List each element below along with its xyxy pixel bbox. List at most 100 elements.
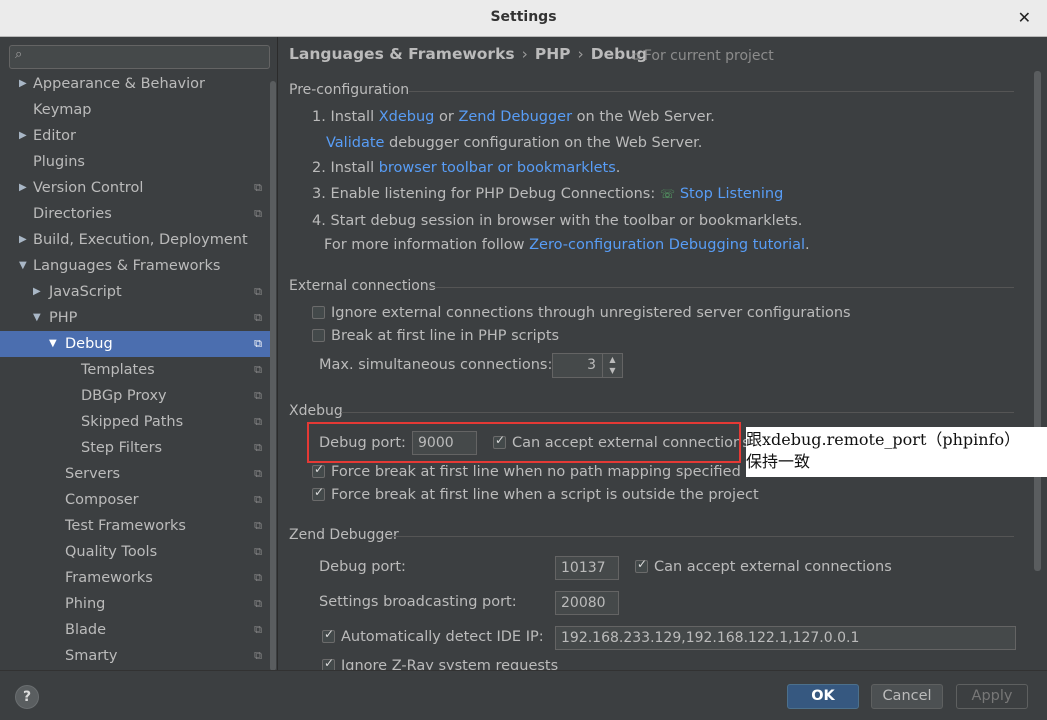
sidebar-item-build-execution-deployment[interactable]: ▶ Build, Execution, Deployment	[0, 227, 270, 253]
sidebar-item-label: Phing	[65, 596, 106, 612]
validate-link[interactable]: Validate	[326, 135, 384, 151]
expanded-arrow-icon[interactable]: ▼	[49, 331, 57, 357]
sidebar-item-dbgp-proxy[interactable]: DBGp Proxy ⧉	[0, 383, 270, 409]
project-level-icon: ⧉	[254, 597, 262, 610]
detect-ide-ip-option[interactable]: Automatically detect IDE IP:	[322, 627, 544, 645]
project-level-icon: ⧉	[254, 389, 262, 402]
validate-suffix: debugger configuration on the Web Server…	[384, 135, 703, 151]
break-first-line-option[interactable]: Break at first line in PHP scripts	[312, 328, 559, 344]
project-level-icon: ⧉	[254, 571, 262, 584]
search-input[interactable]: ⌕	[9, 45, 270, 69]
search-icon: ⌕	[15, 47, 23, 62]
ignore-zray-option[interactable]: Ignore Z-Ray system requests	[322, 656, 559, 670]
sidebar-item-blade[interactable]: Blade ⧉	[0, 617, 270, 643]
sidebar-item-label: Test Frameworks	[65, 518, 186, 534]
xdebug-link[interactable]: Xdebug	[379, 109, 435, 125]
sidebar-item-servers[interactable]: Servers ⧉	[0, 461, 270, 487]
sidebar-item-templates[interactable]: Templates ⧉	[0, 357, 270, 383]
sidebar-item-label: Step Filters	[81, 440, 163, 456]
step1-or: or	[434, 109, 459, 125]
zend-accept-option[interactable]: Can accept external connections	[635, 557, 892, 575]
sidebar-item-label: Templates	[81, 362, 155, 378]
sidebar-item-quality-tools[interactable]: Quality Tools ⧉	[0, 539, 270, 565]
broadcast-port-input[interactable]: 20080	[555, 591, 619, 615]
ignore-external-checkbox[interactable]	[312, 306, 325, 319]
sidebar-item-label: JavaScript	[49, 284, 122, 300]
expanded-arrow-icon[interactable]: ▼	[33, 305, 41, 331]
apply-button[interactable]: Apply	[956, 684, 1028, 709]
force-break-no-mapping-option[interactable]: Force break at first line when no path m…	[312, 462, 741, 480]
force-break-no-mapping-checkbox[interactable]	[312, 462, 325, 478]
sidebar-item-editor[interactable]: ▶ Editor	[0, 123, 270, 149]
sidebar-item-keymap[interactable]: Keymap	[0, 97, 270, 123]
more-info-prefix: For more information follow	[324, 237, 530, 253]
highlight-box	[307, 422, 741, 463]
project-level-icon: ⧉	[254, 415, 262, 428]
ok-button[interactable]: OK	[787, 684, 859, 709]
for-project-label: For current project	[643, 48, 774, 64]
step1-suffix: on the Web Server.	[572, 109, 715, 125]
close-icon[interactable]: ✕	[1018, 8, 1031, 27]
collapsed-arrow-icon[interactable]: ▶	[19, 71, 27, 97]
expanded-arrow-icon[interactable]: ▼	[19, 253, 27, 279]
ide-ip-input[interactable]: 192.168.233.129,192.168.122.1,127.0.0.1	[555, 626, 1016, 650]
sidebar-item-directories[interactable]: Directories ⧉	[0, 201, 270, 227]
sidebar-item-phing[interactable]: Phing ⧉	[0, 591, 270, 617]
sidebar-item-debug[interactable]: ▼ Debug ⧉	[0, 331, 270, 357]
ignore-zray-checkbox[interactable]	[322, 656, 335, 670]
sidebar-item-languages-frameworks[interactable]: ▼ Languages & Frameworks	[0, 253, 270, 279]
collapsed-arrow-icon[interactable]: ▶	[19, 175, 27, 201]
sidebar-item-smarty[interactable]: Smarty ⧉	[0, 643, 270, 669]
sidebar-item-php[interactable]: ▼ PHP ⧉	[0, 305, 270, 331]
project-level-icon: ⧉	[254, 441, 262, 454]
preconfig-step3: 3. Enable listening for PHP Debug Connec…	[312, 186, 783, 202]
zero-config-tutorial-link[interactable]: Zero-configuration Debugging tutorial	[529, 237, 805, 253]
project-level-icon: ⧉	[254, 519, 262, 532]
window-title: Settings	[490, 9, 557, 25]
ignore-zray-label: Ignore Z-Ray system requests	[341, 658, 559, 670]
force-break-outside-option[interactable]: Force break at first line when a script …	[312, 485, 759, 503]
preconfig-title: Pre-configuration	[289, 82, 410, 98]
sidebar-item-test-frameworks[interactable]: Test Frameworks ⧉	[0, 513, 270, 539]
sidebar-scrollbar[interactable]	[270, 81, 276, 670]
sidebar-item-composer[interactable]: Composer ⧉	[0, 487, 270, 513]
section-divider	[391, 536, 1014, 537]
max-connections-spinner[interactable]: 3 ▲ ▼	[552, 353, 623, 378]
title-bar: Settings ✕	[0, 0, 1047, 37]
collapsed-arrow-icon[interactable]: ▶	[33, 279, 41, 305]
step3-prefix: 3. Enable listening for PHP Debug Connec…	[312, 186, 656, 202]
sidebar-item-skipped-paths[interactable]: Skipped Paths ⧉	[0, 409, 270, 435]
stop-listening-link[interactable]: Stop Listening	[680, 186, 783, 202]
settings-tree: ▶ Appearance & Behavior Keymap ▶ Editor Plugi…	[0, 71, 270, 669]
break-first-line-checkbox[interactable]	[312, 329, 325, 342]
cancel-button[interactable]: Cancel	[871, 684, 943, 709]
project-icon: ⧉	[632, 50, 640, 63]
zend-accept-checkbox[interactable]	[635, 557, 648, 573]
browser-toolbar-link[interactable]: browser toolbar or bookmarklets	[379, 160, 616, 176]
help-button[interactable]: ?	[15, 685, 39, 709]
section-divider	[428, 287, 1014, 288]
sidebar-item-label: PHP	[49, 310, 78, 326]
zend-port-input[interactable]: 10137	[555, 556, 619, 580]
preconfig-step4: 4. Start debug session in browser with t…	[312, 213, 803, 229]
ignore-external-option[interactable]: Ignore external connections through unre…	[312, 305, 851, 321]
sidebar-item-frameworks[interactable]: Frameworks ⧉	[0, 565, 270, 591]
sidebar-item-javascript[interactable]: ▶ JavaScript ⧉	[0, 279, 270, 305]
sidebar-item-label: DBGp Proxy	[81, 388, 167, 404]
sidebar-item-plugins[interactable]: Plugins	[0, 149, 270, 175]
sidebar-item-version-control[interactable]: ▶ Version Control ⧉	[0, 175, 270, 201]
spinner-arrows-icon[interactable]: ▲ ▼	[602, 354, 622, 377]
detect-ide-ip-checkbox[interactable]	[322, 627, 335, 643]
collapsed-arrow-icon[interactable]: ▶	[19, 227, 27, 253]
max-connections-label: Max. simultaneous connections:	[319, 357, 553, 373]
zend-debugger-link[interactable]: Zend Debugger	[458, 109, 572, 125]
sidebar-item-label: Directories	[33, 206, 112, 222]
sidebar-item-step-filters[interactable]: Step Filters ⧉	[0, 435, 270, 461]
preconfig-more-info: For more information follow Zero-configu…	[324, 237, 810, 253]
project-level-icon: ⧉	[254, 493, 262, 506]
force-break-outside-checkbox[interactable]	[312, 485, 325, 501]
sidebar-item-appearance-behavior[interactable]: ▶ Appearance & Behavior	[0, 71, 270, 97]
collapsed-arrow-icon[interactable]: ▶	[19, 123, 27, 149]
sidebar-item-label: Servers	[65, 466, 121, 482]
content-scrollbar[interactable]	[1034, 71, 1041, 571]
